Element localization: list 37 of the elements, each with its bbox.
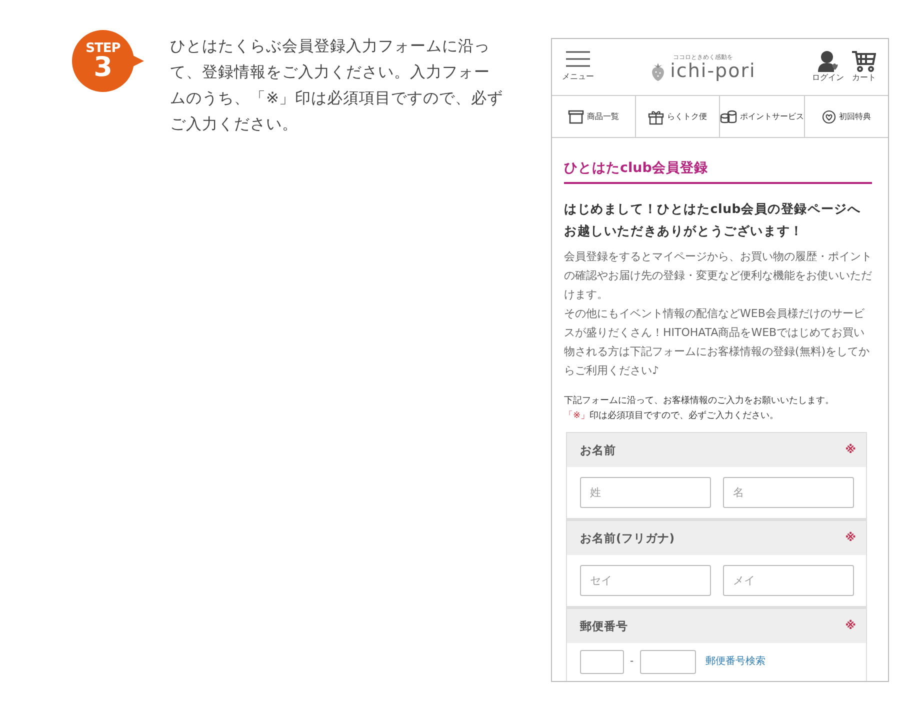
logo-text[interactable]: ichi-pori xyxy=(670,62,756,81)
cart-icon xyxy=(852,50,876,72)
required-mark: ※ xyxy=(845,618,856,634)
description-text: 会員登録をするとマイページから、お買い物の履歴・ポイントの確認やお届け先の登録・変更など便利な機能をお使いいただけます。 xyxy=(564,249,872,304)
welcome-heading: はじめまして！ひとはたclub会員の登録ページへお越しいただきありがとうございます！ xyxy=(564,200,862,240)
menu-icon[interactable] xyxy=(566,51,590,67)
menu-label[interactable]: メニュー xyxy=(562,71,594,83)
nav-item[interactable]: らくトク便 xyxy=(636,96,720,137)
separator: - xyxy=(630,657,634,668)
text-input[interactable]: セイ xyxy=(580,565,711,596)
header-link[interactable]: カート xyxy=(852,72,876,84)
text-input[interactable]: 名 xyxy=(723,477,854,508)
note-text: 「※」印は必須項目ですので、必ずご入力ください。 xyxy=(564,410,780,424)
person-icon xyxy=(818,50,838,72)
note-text: 下記フォームに沿って、お客様情報のご入力をお願いいたします。 xyxy=(564,394,835,408)
page-title: ひとはたclub会員登録 xyxy=(564,160,872,184)
required-mark: ※ xyxy=(845,442,856,458)
postal-code-input[interactable] xyxy=(640,650,696,674)
postal-code-input[interactable] xyxy=(580,650,624,674)
box-icon xyxy=(568,110,584,124)
nav-item[interactable]: 商品一覧 xyxy=(552,96,636,137)
description-text: その他にもイベント情報の配信などWEB会員様だけのサービスが盛りだくさん！HITOHATA商品をWEBではじめてお買い物される方は下記フォームにお客様情報の登録(無料)をしてからご利用ください♪ xyxy=(564,306,871,380)
step-instruction: ひとはたくらぶ会員登録入力フォームに沿って、登録情報をご入力ください。入力フォームのうち、「※」印は必須項目ですので、必ずご入力ください。 xyxy=(170,36,504,135)
header-link[interactable]: ログイン xyxy=(812,72,844,84)
field-label: お名前(フリガナ) xyxy=(580,530,675,547)
strawberry-icon xyxy=(650,62,666,82)
text-input[interactable]: 姓 xyxy=(580,477,711,508)
gift-icon xyxy=(648,108,664,124)
nav-item[interactable]: 初回特典 xyxy=(805,96,888,137)
text-input[interactable]: メイ xyxy=(723,565,854,596)
postal-search-link[interactable]: 郵便番号検索 xyxy=(706,656,766,668)
step-badge: STEP 3 xyxy=(72,30,134,92)
required-mark: ※ xyxy=(845,530,856,546)
field-label: 郵便番号 xyxy=(580,618,628,635)
nav-item[interactable]: ポイントサービス xyxy=(720,96,805,137)
field-label: お名前 xyxy=(580,442,616,459)
coins-icon xyxy=(720,110,737,124)
